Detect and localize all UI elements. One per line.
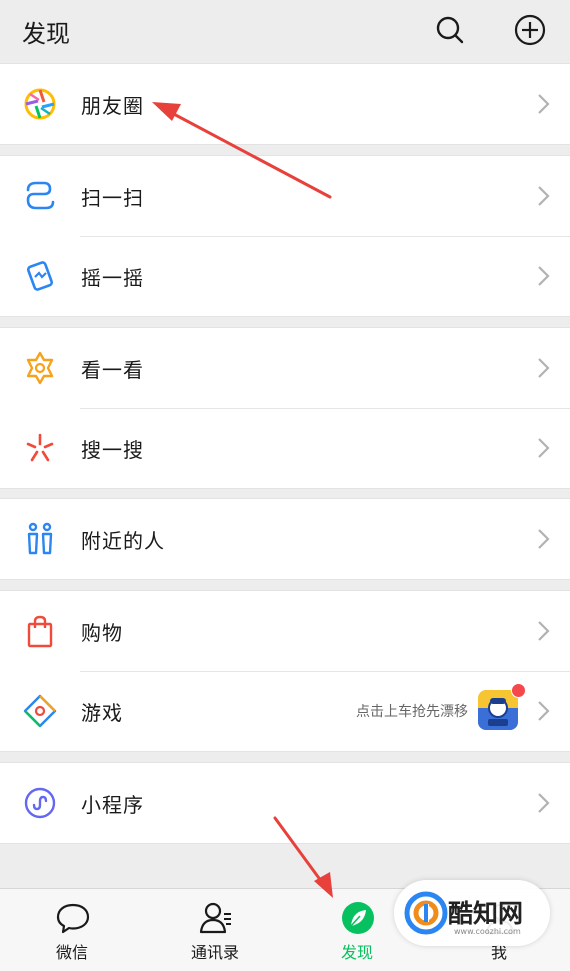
chevron-right-icon: [538, 701, 550, 721]
moments-aperture-icon: [24, 88, 56, 120]
tab-label: 微信: [55, 943, 88, 962]
watermark-badge: 酷知网 www.coozhi.com: [394, 880, 550, 946]
chevron-right-icon: [538, 438, 550, 458]
chevron-right-icon: [538, 793, 550, 813]
menu-item-label: 摇一摇: [81, 266, 144, 290]
top-stories-icon: [26, 351, 54, 385]
tab-label: 通讯录: [190, 943, 239, 962]
menu-item-games[interactable]: 游戏 点击上车抢先漂移: [0, 671, 570, 751]
chevron-right-icon: [538, 358, 550, 378]
chevron-right-icon: [538, 94, 550, 114]
menu-item-label: 购物: [81, 621, 123, 645]
svg-text:酷知网: 酷知网: [448, 899, 523, 928]
menu-item-label: 搜一搜: [81, 438, 144, 462]
search-button[interactable]: [432, 12, 468, 48]
menu-item-label: 看一看: [81, 358, 144, 382]
menu-group-moments: 朋友圈: [0, 63, 570, 145]
compass-icon: [342, 902, 374, 934]
page-title: 发现: [22, 20, 70, 48]
menu-item-label: 朋友圈: [81, 94, 144, 118]
menu-item-people-nearby[interactable]: 附近的人: [0, 499, 570, 579]
svg-text:www.coozhi.com: www.coozhi.com: [454, 927, 521, 936]
notification-dot: [511, 683, 526, 698]
mini-program-icon: [24, 787, 56, 819]
menu-item-scan[interactable]: 扫一扫: [0, 156, 570, 236]
chevron-right-icon: [538, 266, 550, 286]
menu-group-mini-programs: 小程序: [0, 762, 570, 844]
tab-contacts[interactable]: 通讯录: [160, 889, 270, 971]
game-thumbnail-image[interactable]: [478, 690, 518, 730]
game-promo-hint: 点击上车抢先漂移: [356, 704, 468, 720]
chevron-right-icon: [538, 621, 550, 641]
tab-chats[interactable]: 微信: [17, 889, 127, 971]
search-sparkle-icon: [26, 433, 54, 462]
menu-item-shake[interactable]: 摇一摇: [0, 236, 570, 316]
menu-item-label: 游戏: [81, 701, 123, 725]
chevron-right-icon: [538, 186, 550, 206]
add-button[interactable]: [512, 12, 548, 48]
menu-item-mini-programs[interactable]: 小程序: [0, 763, 570, 843]
top-bar: 发现: [0, 0, 570, 64]
search-icon: [436, 16, 464, 44]
menu-item-label: 扫一扫: [81, 186, 144, 210]
people-nearby-icon: [27, 522, 53, 555]
menu-item-label: 附近的人: [81, 529, 165, 553]
shopping-bag-icon: [27, 615, 53, 648]
menu-item-top-stories[interactable]: 看一看: [0, 328, 570, 408]
menu-item-label: 小程序: [81, 793, 144, 817]
game-diamond-icon: [23, 694, 57, 728]
scan-icon: [26, 181, 55, 210]
chat-bubble-icon: [56, 903, 90, 934]
plus-circle-icon: [514, 14, 546, 46]
shake-icon: [26, 261, 54, 291]
chevron-right-icon: [538, 529, 550, 549]
menu-item-search[interactable]: 搜一搜: [0, 408, 570, 488]
menu-group-shopping-games: 购物 游戏 点击上车抢先漂移: [0, 590, 570, 752]
menu-group-look-search: 看一看 搜一搜: [0, 327, 570, 489]
menu-group-nearby: 附近的人: [0, 498, 570, 580]
contacts-icon: [199, 902, 231, 934]
menu-item-shopping[interactable]: 购物: [0, 591, 570, 671]
coozhi-logo-icon: 酷知网 www.coozhi.com: [404, 891, 523, 936]
menu-group-scan-shake: 扫一扫 摇一摇: [0, 155, 570, 317]
menu-item-moments[interactable]: 朋友圈: [0, 64, 570, 144]
